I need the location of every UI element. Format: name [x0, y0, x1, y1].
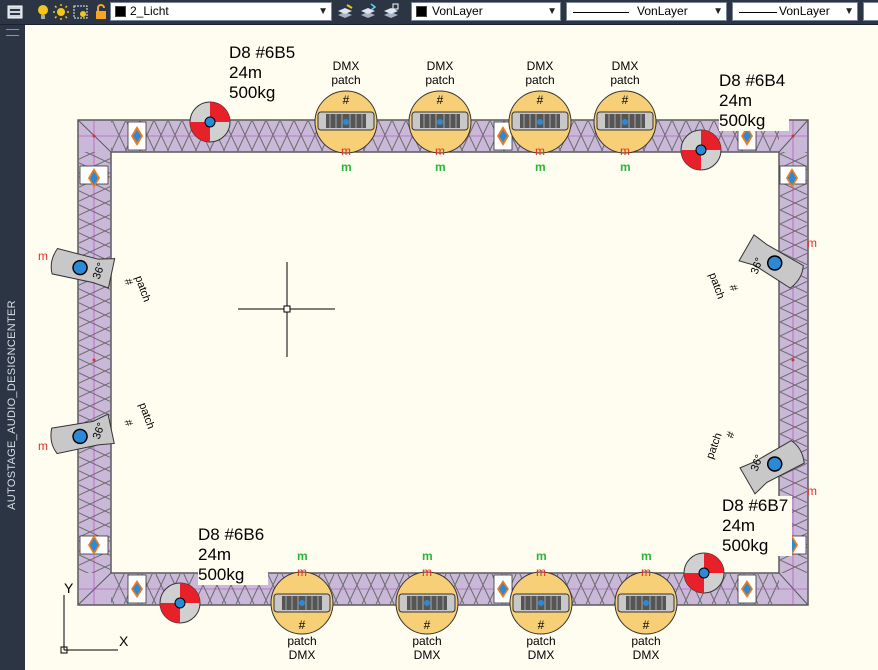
- designcenter-palette: AUTOSTAGE_AUDIO_DESIGNCENTER: [0, 25, 25, 670]
- dmx-label: patch DMX: [631, 634, 661, 662]
- layer-color-swatch: [115, 6, 126, 17]
- hash-label: #: [298, 618, 306, 632]
- m-marker: m: [535, 144, 545, 158]
- layer-name: 2_Licht: [130, 4, 169, 18]
- m-marker: m: [536, 549, 547, 563]
- properties-toolbar: 2_Licht ▼ VonLayer ▼ VonLayer ▼ VonLayer…: [0, 0, 878, 25]
- m-marker: m: [807, 236, 817, 250]
- m-marker: m: [38, 249, 48, 263]
- m-marker: m: [422, 549, 433, 563]
- lock-icon[interactable]: [92, 3, 110, 21]
- hash-label: #: [423, 618, 431, 632]
- dmx-label: patch DMX: [526, 634, 556, 662]
- dmx-label: patch DMX: [412, 634, 442, 662]
- m-marker: m: [297, 565, 307, 579]
- freeze-viewport-icon[interactable]: [72, 3, 90, 21]
- lineweight-value: VonLayer: [779, 4, 830, 18]
- m-marker: m: [38, 439, 48, 453]
- hash-label: #: [436, 93, 444, 107]
- layer-match-icon[interactable]: [336, 3, 354, 21]
- layer-iso-icon[interactable]: [382, 3, 400, 21]
- m-marker: m: [807, 484, 817, 498]
- motor-6b7-label: D8 #6B7 24m 500kg: [722, 496, 793, 556]
- layer-properties-icon[interactable]: [6, 3, 24, 21]
- layer-walk-icon[interactable]: [359, 3, 377, 21]
- chevron-down-icon: ▼: [318, 6, 328, 17]
- linetype-value: VonLayer: [637, 4, 688, 18]
- m-marker: m: [641, 549, 652, 563]
- motor-6b5-icon[interactable]: [189, 101, 231, 143]
- hash-label: #: [536, 93, 544, 107]
- chevron-down-icon: ▼: [713, 6, 723, 17]
- motor-6b4-icon[interactable]: [680, 129, 722, 171]
- ucs-y-label: Y: [64, 580, 74, 596]
- chevron-down-icon: ▼: [844, 6, 854, 17]
- truss-frame[interactable]: [77, 119, 809, 606]
- m-marker: m: [435, 160, 446, 174]
- palette-grip[interactable]: [6, 29, 19, 36]
- layer-dropdown[interactable]: 2_Licht ▼: [110, 2, 332, 21]
- linetype-dropdown[interactable]: VonLayer ▼: [566, 2, 727, 21]
- chevron-down-icon: ▼: [547, 6, 557, 17]
- motor-6b4-label: D8 #6B4 24m 500kg: [719, 71, 790, 131]
- ucs-x-label: X: [119, 633, 129, 649]
- hash-label: #: [642, 618, 650, 632]
- dmx-label: DMX patch: [425, 59, 455, 87]
- m-marker: m: [341, 144, 351, 158]
- m-marker: m: [536, 565, 546, 579]
- hash-label: #: [342, 93, 350, 107]
- m-marker: m: [435, 144, 445, 158]
- hash-label: #: [537, 618, 545, 632]
- m-marker: m: [620, 160, 631, 174]
- palette-title: AUTOSTAGE_AUDIO_DESIGNCENTER: [6, 300, 18, 510]
- plotstyle-dropdown[interactable]: [863, 2, 878, 21]
- lineweight-dropdown[interactable]: VonLayer ▼: [732, 2, 858, 21]
- dmx-label: DMX patch: [331, 59, 361, 87]
- lineweight-preview: [739, 12, 777, 13]
- m-marker: m: [422, 565, 432, 579]
- color-swatch: [416, 6, 427, 17]
- motor-6b6-label: D8 #6B6 24m 500kg: [198, 525, 269, 585]
- dmx-label: DMX patch: [525, 59, 555, 87]
- lightbulb-icon[interactable]: [34, 3, 52, 21]
- linetype-preview: [573, 12, 629, 13]
- dmx-label: DMX patch: [610, 59, 640, 87]
- motor-6b7-icon[interactable]: [683, 552, 725, 594]
- m-marker: m: [297, 549, 308, 563]
- color-value: VonLayer: [432, 4, 483, 18]
- m-marker: m: [641, 565, 651, 579]
- hash-label: #: [621, 93, 629, 107]
- color-dropdown[interactable]: VonLayer ▼: [411, 2, 561, 21]
- m-marker: m: [535, 160, 546, 174]
- motor-6b5-label: D8 #6B5 24m 500kg: [229, 43, 296, 103]
- sun-icon[interactable]: [52, 3, 70, 21]
- drawing-canvas[interactable]: D8 #6B5 24m 500kg D8 #6B4 24m 500kg D8 #6B6 2…: [25, 25, 878, 670]
- dmx-label: patch DMX: [287, 634, 317, 662]
- motor-6b6-icon[interactable]: [159, 582, 201, 624]
- m-marker: m: [341, 160, 352, 174]
- m-marker: m: [620, 144, 630, 158]
